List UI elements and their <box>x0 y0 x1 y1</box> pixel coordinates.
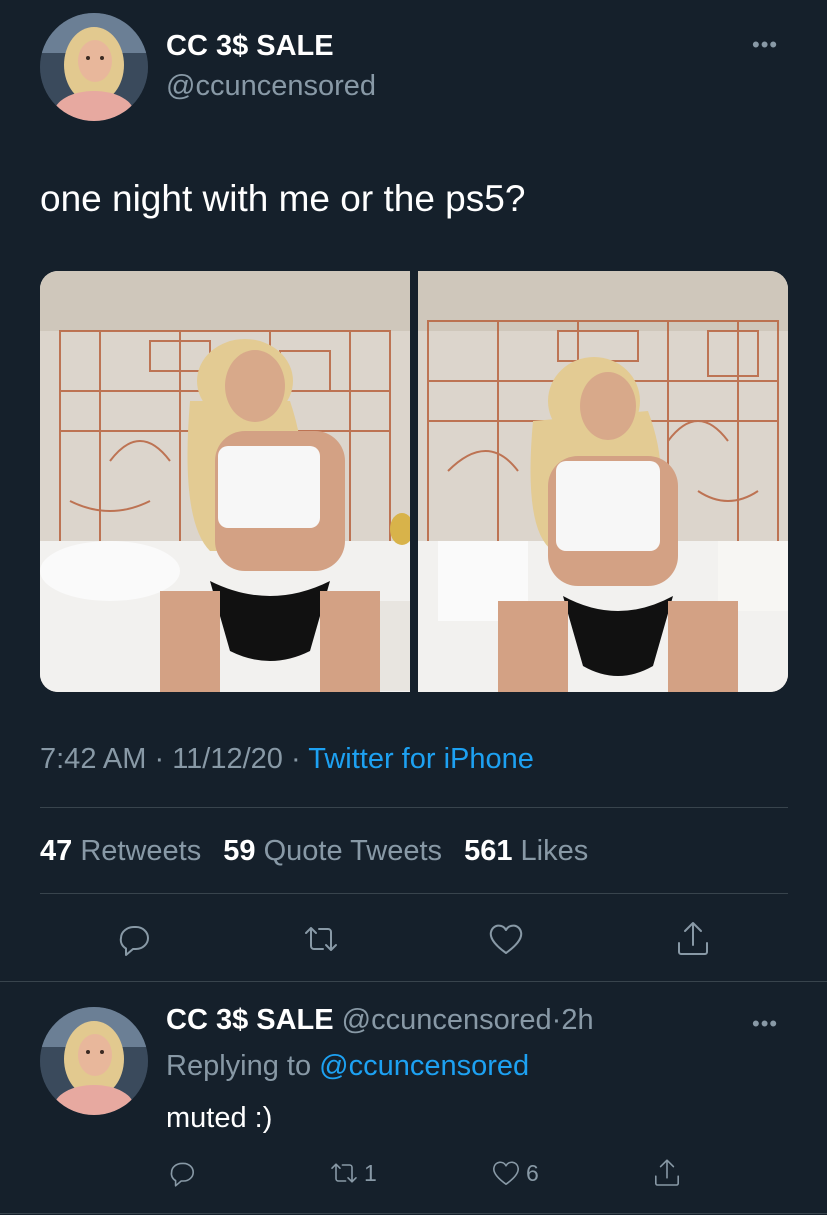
divider <box>0 981 827 982</box>
tweet-photo-right[interactable] <box>418 271 788 692</box>
like-button[interactable] <box>482 915 530 963</box>
reply-text: muted :) <box>166 1102 273 1134</box>
retweet-button[interactable] <box>297 915 345 963</box>
avatar-photo-icon <box>40 13 148 121</box>
reply-share-button[interactable] <box>651 1157 683 1189</box>
reply-author-avatar[interactable] <box>40 1007 148 1115</box>
reply-separator: · <box>551 1004 562 1036</box>
tweet-text: one night with me or the ps5? <box>40 178 526 219</box>
tweet-time: 7:42 AM <box>40 743 147 775</box>
share-icon <box>678 922 708 955</box>
engagement-stats: 47 Retweets 59 Quote Tweets 561 Likes <box>40 835 588 868</box>
reply-header: CC 3$ SALE @ccuncensored·2h <box>166 1004 594 1037</box>
reply-button[interactable] <box>110 915 158 963</box>
divider <box>40 807 788 808</box>
tweet-photo-left[interactable] <box>40 271 410 692</box>
replying-to-prefix: Replying to <box>166 1050 312 1082</box>
reply-more-options-icon[interactable]: ••• <box>752 1013 778 1035</box>
reply-retweet-count: 1 <box>364 1159 377 1186</box>
reply-icon <box>170 1162 194 1187</box>
author-display-name[interactable]: CC 3$ SALE <box>166 30 334 63</box>
replying-to: Replying to @ccuncensored <box>166 1050 529 1083</box>
tweet-meta: 7:42 AM · 11/12/20 · Twitter for iPhone <box>40 743 534 776</box>
replying-to-handle[interactable]: @ccuncensored <box>319 1050 529 1082</box>
author-handle[interactable]: @ccuncensored <box>166 70 376 103</box>
like-icon <box>489 924 523 954</box>
reply-handle[interactable]: @ccuncensored <box>342 1004 552 1036</box>
reply-like-count: 6 <box>526 1159 539 1186</box>
reply-age[interactable]: 2h <box>561 1004 593 1036</box>
meta-separator: · <box>291 743 301 775</box>
meta-separator: · <box>154 743 165 775</box>
reply-icon <box>119 926 149 956</box>
more-options-icon[interactable]: ••• <box>752 34 778 56</box>
reply-display-name[interactable]: CC 3$ SALE <box>166 1004 334 1036</box>
divider <box>40 893 788 894</box>
retweet-icon <box>331 1163 357 1183</box>
quote-tweets-stat[interactable]: 59 Quote Tweets <box>223 835 442 867</box>
tweet-date: 11/12/20 <box>172 743 283 775</box>
reply-retweet-button[interactable]: 1 <box>328 1157 377 1189</box>
avatar-photo-icon <box>40 1007 148 1115</box>
retweet-icon <box>305 927 337 951</box>
like-icon <box>493 1161 519 1185</box>
tweet-source-link[interactable]: Twitter for iPhone <box>308 743 534 775</box>
reply-like-button[interactable]: 6 <box>490 1157 539 1189</box>
divider <box>0 1213 827 1214</box>
share-icon <box>655 1159 679 1186</box>
likes-stat[interactable]: 561 Likes <box>464 835 588 867</box>
reply-reply-button[interactable] <box>166 1157 198 1189</box>
photo-left-icon <box>40 271 410 692</box>
share-button[interactable] <box>669 915 717 963</box>
photo-right-icon <box>418 271 788 692</box>
author-avatar[interactable] <box>40 13 148 121</box>
retweets-stat[interactable]: 47 Retweets <box>40 835 201 867</box>
